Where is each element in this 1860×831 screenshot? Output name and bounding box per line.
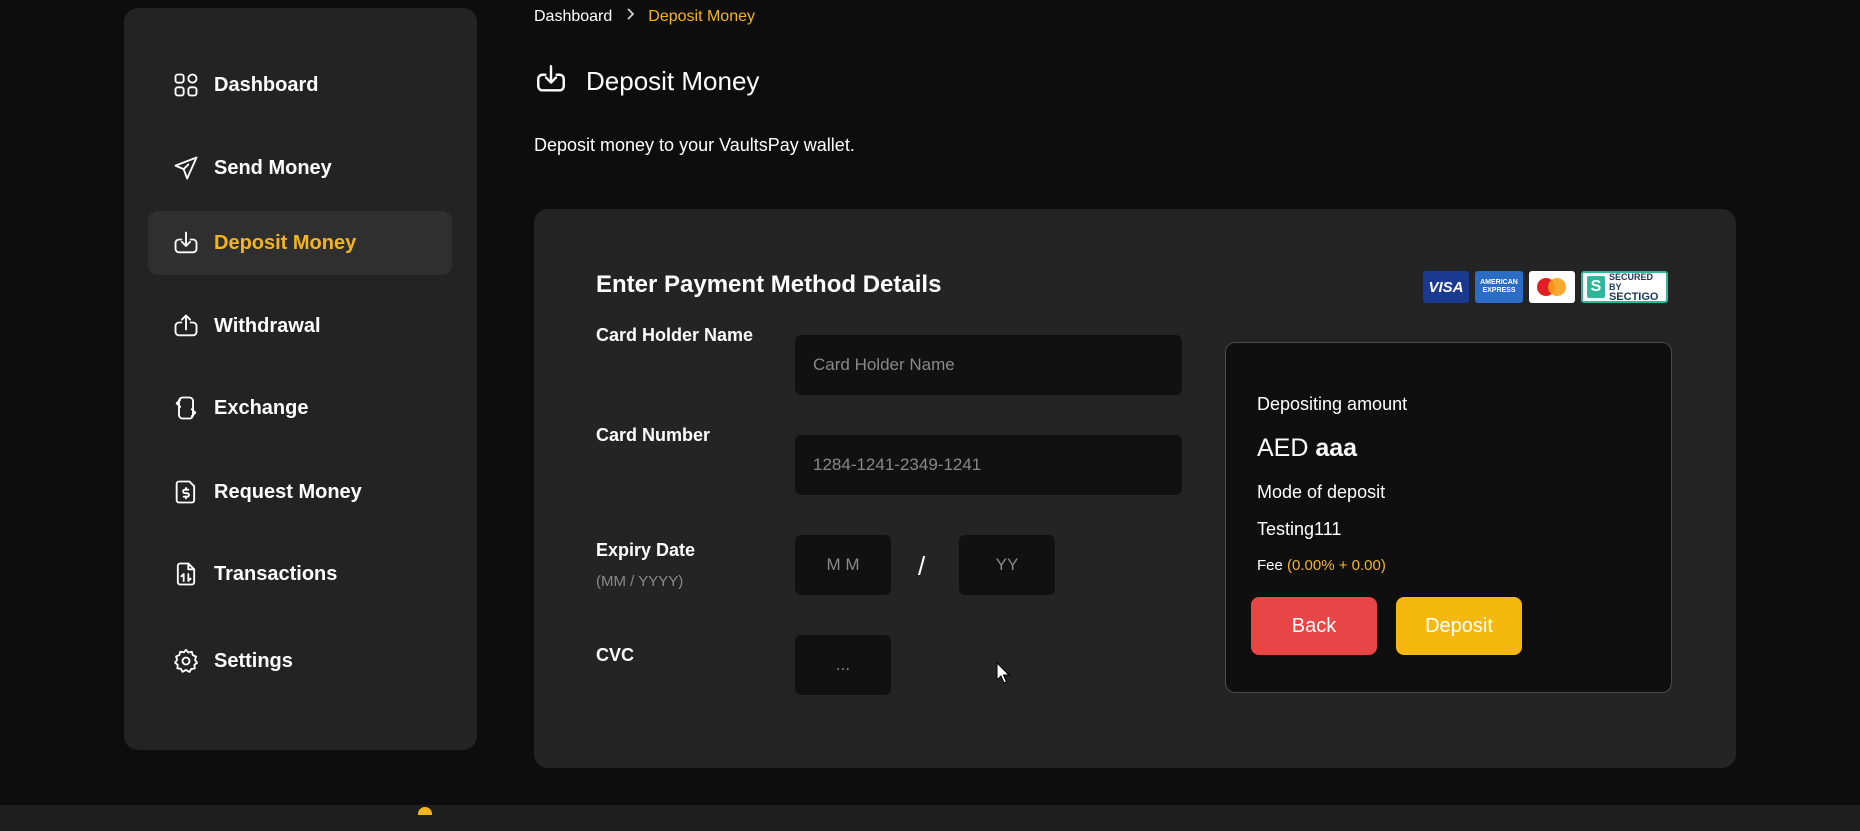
shield-icon: S [1587, 276, 1605, 298]
sidebar-item-send-money[interactable]: Send Money [148, 136, 452, 200]
expiry-format-hint: (MM / YYYY) [596, 573, 684, 590]
upload-icon [172, 312, 200, 340]
fee-line: Fee (0.00% + 0.00) [1257, 557, 1386, 574]
breadcrumb-dashboard-link[interactable]: Dashboard [534, 8, 612, 26]
sidebar-item-settings[interactable]: Settings [148, 629, 452, 693]
visa-logo: VISA [1423, 271, 1469, 303]
sectigo-line1: SECURED BY [1608, 272, 1653, 292]
page-subtitle: Deposit money to your VaultsPay wallet. [534, 135, 855, 155]
breadcrumb: Dashboard Deposit Money [534, 6, 755, 27]
send-icon [172, 154, 200, 182]
expiry-year-input[interactable] [959, 535, 1055, 595]
cvc-label: CVC [596, 645, 635, 665]
request-icon [172, 478, 200, 506]
chevron-right-icon [622, 6, 638, 27]
currency-code: AED [1257, 434, 1309, 462]
payment-card: Enter Payment Method Details VISA AMERIC… [534, 209, 1736, 768]
mouse-cursor-icon [996, 662, 1010, 684]
page-title: Deposit Money [586, 66, 760, 96]
fee-label: Fee [1257, 557, 1283, 574]
mode-of-deposit-value: Testing111 [1257, 519, 1342, 539]
card-number-label: Card Number [596, 425, 711, 445]
cvc-input[interactable] [795, 635, 891, 695]
depositing-amount-label: Depositing amount [1257, 394, 1408, 414]
card-number-input[interactable] [795, 435, 1182, 495]
breadcrumb-current: Deposit Money [648, 7, 755, 25]
sidebar-item-transactions[interactable]: Transactions [148, 542, 452, 606]
sidebar-item-label: Deposit Money [214, 231, 357, 254]
expiry-month-input[interactable] [795, 535, 891, 595]
sidebar-item-label: Withdrawal [214, 314, 321, 337]
page-header: Deposit Money [534, 62, 759, 101]
grid-icon [172, 71, 200, 99]
expiry-date-label: Expiry Date [596, 540, 696, 560]
amex-logo: AMERICAN EXPRESS [1475, 271, 1523, 303]
mode-of-deposit-label: Mode of deposit [1257, 482, 1386, 502]
mastercard-logo [1529, 271, 1575, 303]
sidebar-item-label: Transactions [214, 562, 338, 585]
deposit-button[interactable]: Deposit [1396, 597, 1522, 655]
sidebar-item-label: Exchange [214, 396, 309, 419]
exchange-icon [172, 394, 200, 422]
deposit-summary: Depositing amount AED aaa Mode of deposi… [1225, 342, 1672, 693]
sidebar-item-deposit-money[interactable]: Deposit Money [148, 211, 452, 275]
form-heading: Enter Payment Method Details [596, 271, 942, 298]
payment-logos: VISA AMERICAN EXPRESS S SECURED BY SECTI… [1423, 271, 1668, 303]
transactions-icon [172, 560, 200, 588]
depositing-amount: AED aaa [1257, 434, 1357, 463]
footer-bar [0, 805, 1860, 831]
sidebar-item-label: Dashboard [214, 73, 319, 96]
download-icon [534, 62, 568, 101]
sidebar-item-label: Request Money [214, 480, 362, 503]
footer-indicator [418, 807, 432, 815]
sidebar-item-label: Settings [214, 649, 293, 672]
card-holder-label: Card Holder Name [596, 325, 754, 345]
back-button[interactable]: Back [1251, 597, 1377, 655]
gear-icon [172, 647, 200, 675]
sidebar-item-exchange[interactable]: Exchange [148, 376, 452, 440]
download-icon [172, 229, 200, 257]
card-holder-input[interactable] [795, 335, 1182, 395]
expiry-separator: / [918, 551, 926, 581]
amount-value: aaa [1315, 434, 1358, 462]
sidebar-item-withdrawal[interactable]: Withdrawal [148, 294, 452, 358]
sectigo-line2: SECTIGO [1608, 291, 1659, 303]
fee-value: (0.00% + 0.00) [1287, 557, 1386, 574]
sidebar: Dashboard Send Money Deposit Money Withd… [124, 8, 477, 750]
sidebar-item-request-money[interactable]: Request Money [148, 460, 452, 524]
sidebar-item-dashboard[interactable]: Dashboard [148, 53, 452, 117]
sectigo-badge: S SECURED BY SECTIGO [1581, 271, 1668, 303]
sidebar-item-label: Send Money [214, 156, 332, 179]
